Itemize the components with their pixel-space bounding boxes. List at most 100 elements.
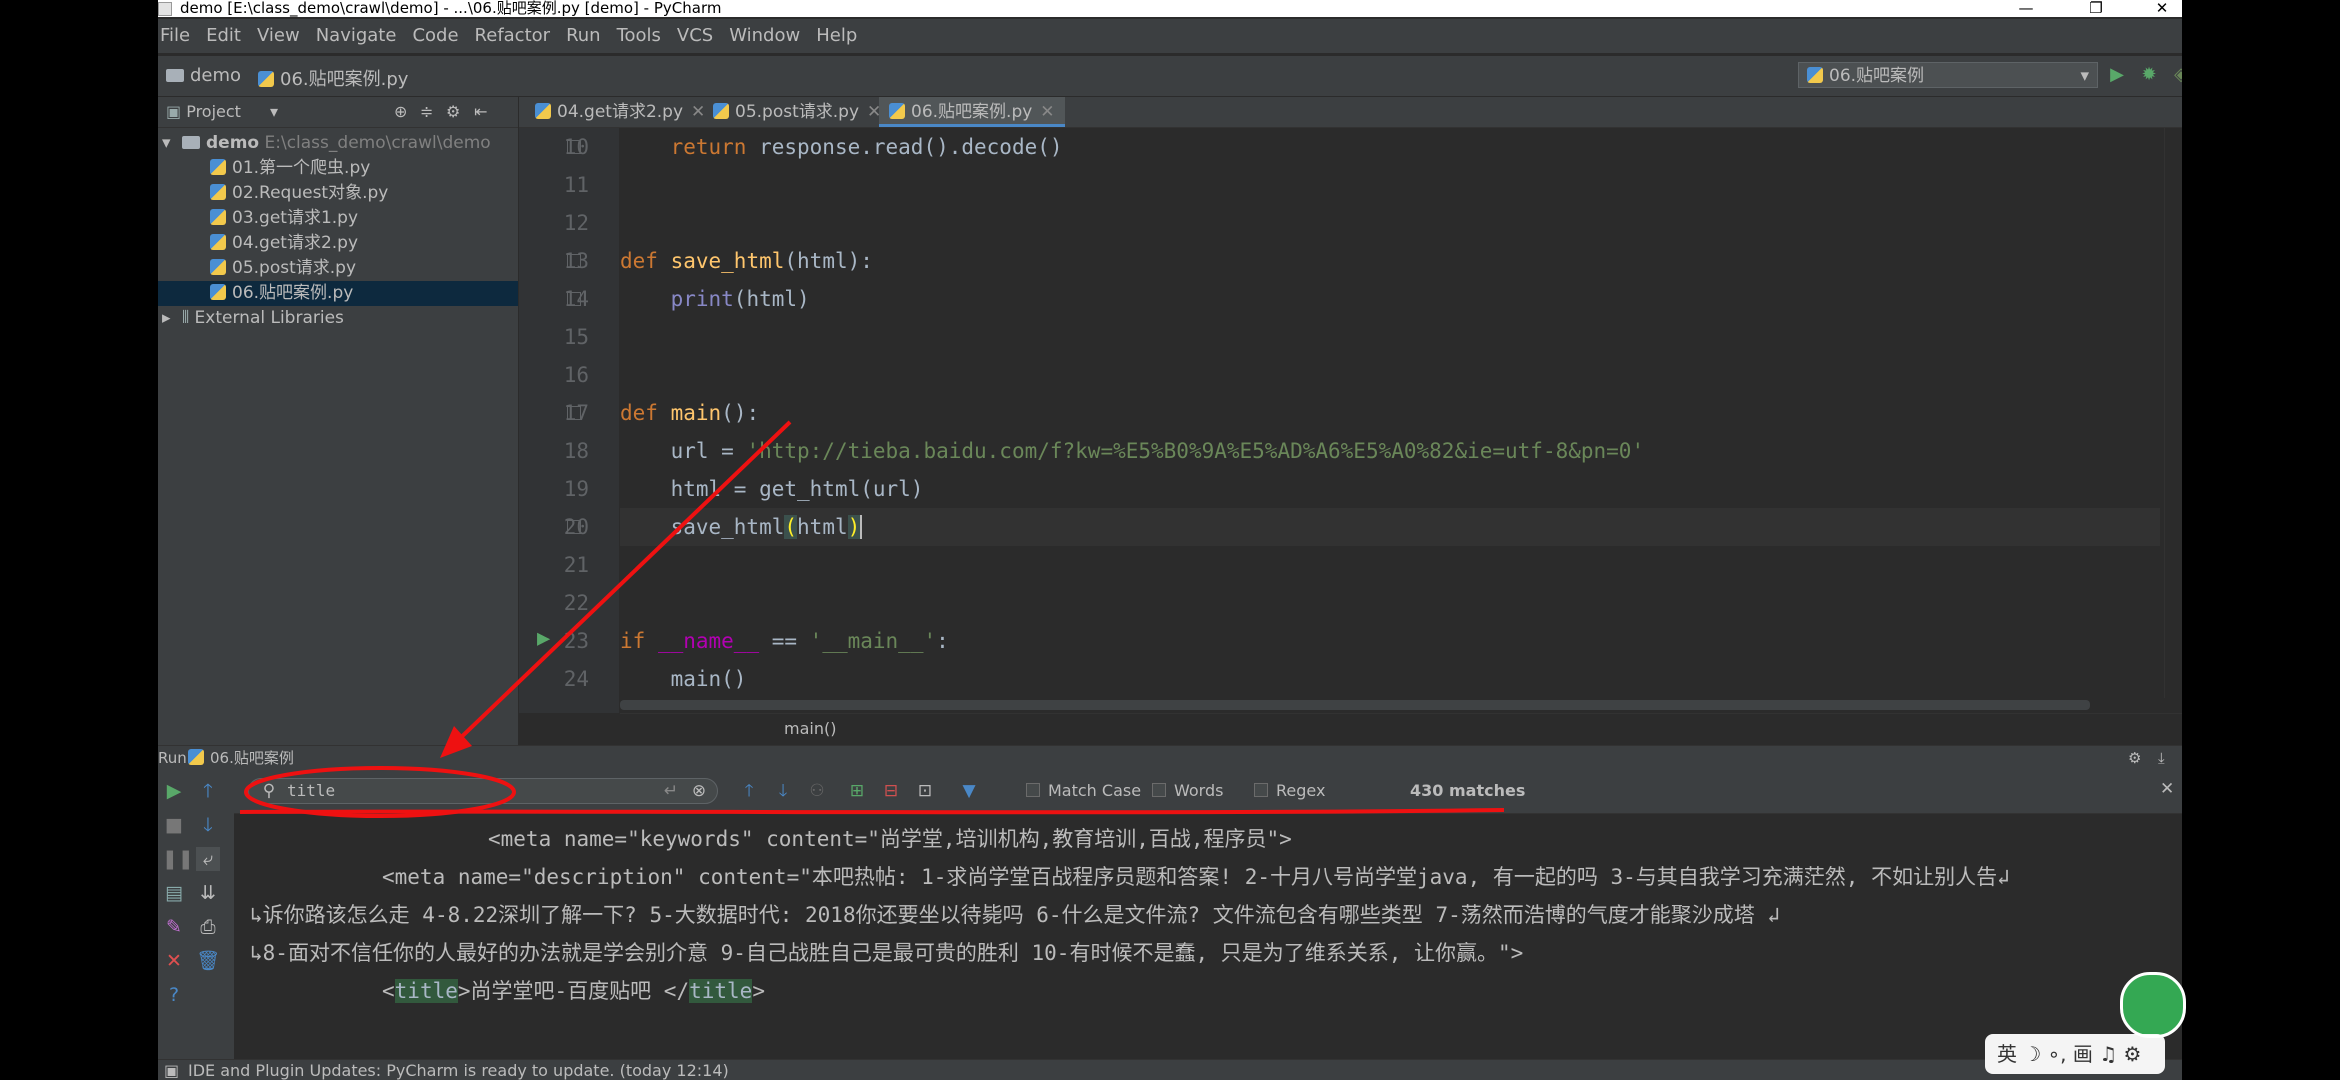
tab-post-request[interactable]: 05.post请求.py ✕ [703, 97, 891, 127]
search-icon[interactable]: ⚲ [258, 780, 280, 802]
expand-arrow-icon[interactable]: ▾ [162, 131, 171, 156]
filter-icon[interactable]: ▼ [958, 780, 980, 802]
line-number: 23 [563, 629, 589, 653]
run-gutter-icon[interactable]: ▶ [537, 626, 550, 651]
nav-project-crumb[interactable]: demo [166, 65, 241, 86]
arrow-down-icon[interactable]: 🡓 [196, 813, 220, 837]
floating-badge[interactable] [2120, 972, 2186, 1038]
fold-marker-icon[interactable] [567, 140, 581, 154]
close-tab-icon[interactable]: ✕ [1040, 102, 1054, 122]
gear-icon[interactable]: ⚙ [446, 97, 460, 127]
line-number: 16 [563, 363, 589, 387]
search-hit: title [394, 979, 458, 1003]
fold-marker-icon[interactable] [567, 520, 581, 534]
collapse-icon[interactable]: ≑ [420, 97, 433, 127]
expand-arrow-icon[interactable]: ▸ [162, 306, 171, 331]
menu-tools[interactable]: Tools [617, 19, 661, 53]
line-number: 21 [563, 553, 589, 577]
tree-external-libraries[interactable]: ▸ ⫴ External Libraries [158, 306, 518, 331]
stop-icon[interactable]: ■ [162, 813, 186, 837]
folder-icon [182, 136, 200, 149]
menu-bar: File Edit View Navigate Code Refactor Run Tools… [158, 19, 2182, 53]
tree-file-item[interactable]: 04.get请求2.py [158, 231, 518, 256]
tree-file-item-selected[interactable]: 06.贴吧案例.py [158, 281, 518, 306]
menu-help[interactable]: Help [816, 19, 857, 53]
editor-vertical-scrollbar[interactable] [2164, 128, 2179, 698]
python-file-icon [210, 159, 226, 175]
close-window-button[interactable]: ✕ [2142, 0, 2182, 17]
run-config-select[interactable]: 06.贴吧案例 ▾ [1798, 62, 2098, 88]
status-message[interactable]: IDE and Plugin Updates: PyCharm is ready… [188, 1060, 729, 1080]
maximize-button[interactable]: ❐ [2076, 0, 2116, 17]
code-line-14: print(html) [670, 287, 810, 311]
close-icon[interactable]: ✕ [162, 949, 186, 973]
clear-search-icon[interactable]: ⊗ [688, 780, 710, 802]
menu-code[interactable]: Code [412, 19, 458, 53]
tree-file-item[interactable]: 01.第一个爬虫.py [158, 156, 518, 181]
locate-icon[interactable]: ⊕ [394, 97, 407, 127]
print-icon[interactable]: ⎙ [196, 915, 220, 939]
run-icon[interactable]: ▶ [2106, 64, 2128, 86]
debug-icon[interactable]: ✹ [2138, 64, 2160, 86]
line-number: 11 [563, 173, 589, 197]
coverage-icon[interactable]: ◈ [2170, 64, 2182, 86]
python-file-icon [210, 284, 226, 300]
fold-marker-icon[interactable] [567, 406, 581, 420]
next-match-icon[interactable]: 🡓 [772, 780, 794, 802]
trash-icon[interactable]: 🗑 [196, 949, 220, 973]
match-case-checkbox[interactable] [1026, 783, 1040, 797]
search-hit: title [689, 979, 753, 1003]
regex-checkbox[interactable] [1254, 783, 1268, 797]
menu-navigate[interactable]: Navigate [316, 19, 397, 53]
editor-horizontal-scrollbar[interactable] [620, 700, 2090, 710]
python-file-icon [210, 209, 226, 225]
code-editor[interactable]: return response.read().decode() def save… [620, 128, 2160, 713]
console-line: ↳诉你路该怎么走 4-8.22深圳了解一下? 5-大数据时代: 2018你还要坐… [250, 903, 1781, 927]
select-all-occurrences-icon[interactable]: ⊡ [914, 780, 936, 802]
hide-panel-icon[interactable]: ⤓ [2158, 746, 2165, 770]
find-all-icon[interactable]: ⚇ [806, 780, 828, 802]
gear-icon[interactable]: ⚙ [2128, 746, 2141, 770]
soft-wrap-icon[interactable]: ⤶ [196, 847, 220, 871]
add-occurrence-icon[interactable]: ⊞ [846, 780, 868, 802]
project-view-icon: ▣ [166, 102, 187, 121]
tab-get-request-2[interactable]: 04.get请求2.py ✕ [525, 97, 715, 127]
remove-occurrence-icon[interactable]: ⊟ [880, 780, 902, 802]
pin-icon[interactable]: ✎ [162, 915, 186, 939]
previous-match-icon[interactable]: 🡑 [738, 780, 760, 802]
scroll-end-icon[interactable]: ⇊ [196, 881, 220, 905]
close-find-icon[interactable]: ✕ [2160, 779, 2174, 799]
pause-icon[interactable]: ❚❚ [162, 847, 194, 871]
tree-file-item[interactable]: 05.post请求.py [158, 256, 518, 281]
menu-edit[interactable]: Edit [206, 19, 241, 53]
console-search-input[interactable]: title [248, 778, 718, 804]
words-checkbox[interactable] [1152, 783, 1166, 797]
run-panel-config[interactable]: 06.贴吧案例 [188, 746, 294, 770]
tree-file-item[interactable]: 03.get请求1.py [158, 206, 518, 231]
menu-run[interactable]: Run [566, 19, 601, 53]
ime-toolbar[interactable]: 英 ☽ ∘, 画 ♫ ⚙ [1985, 1034, 2165, 1074]
console-output[interactable]: <meta name="keywords" content="尚学堂,培训机构,… [234, 814, 2182, 1059]
python-file-icon [188, 749, 204, 765]
menu-window[interactable]: Window [729, 19, 800, 53]
menu-refactor[interactable]: Refactor [475, 19, 551, 53]
nav-file-crumb[interactable]: 06.贴吧案例.py [258, 65, 408, 91]
arrow-up-icon[interactable]: 🡑 [196, 779, 220, 803]
help-icon[interactable]: ? [162, 983, 186, 1007]
tree-file-item[interactable]: 02.Request对象.py [158, 181, 518, 206]
menu-file[interactable]: File [160, 19, 190, 53]
minimize-button[interactable]: — [2006, 0, 2046, 17]
rerun-icon[interactable]: ▶ [162, 779, 186, 803]
project-view-select[interactable]: Project [186, 102, 241, 121]
menu-view[interactable]: View [257, 19, 300, 53]
menu-vcs[interactable]: VCS [677, 19, 713, 53]
tree-root[interactable]: ▾ demo E:\class_demo\crawl\demo [158, 131, 518, 156]
hide-icon[interactable]: ⇤ [474, 97, 487, 127]
layout-icon[interactable]: ▤ [162, 881, 186, 905]
status-layout-icon[interactable]: ▣ [164, 1060, 179, 1080]
fold-marker-icon[interactable] [567, 254, 581, 268]
fold-marker-icon[interactable] [567, 292, 581, 306]
breadcrumb-main[interactable]: main() [784, 714, 836, 744]
tab-tieba-case[interactable]: 06.贴吧案例.py ✕ [879, 97, 1065, 127]
chevron-down-icon[interactable]: ▾ [270, 97, 278, 127]
